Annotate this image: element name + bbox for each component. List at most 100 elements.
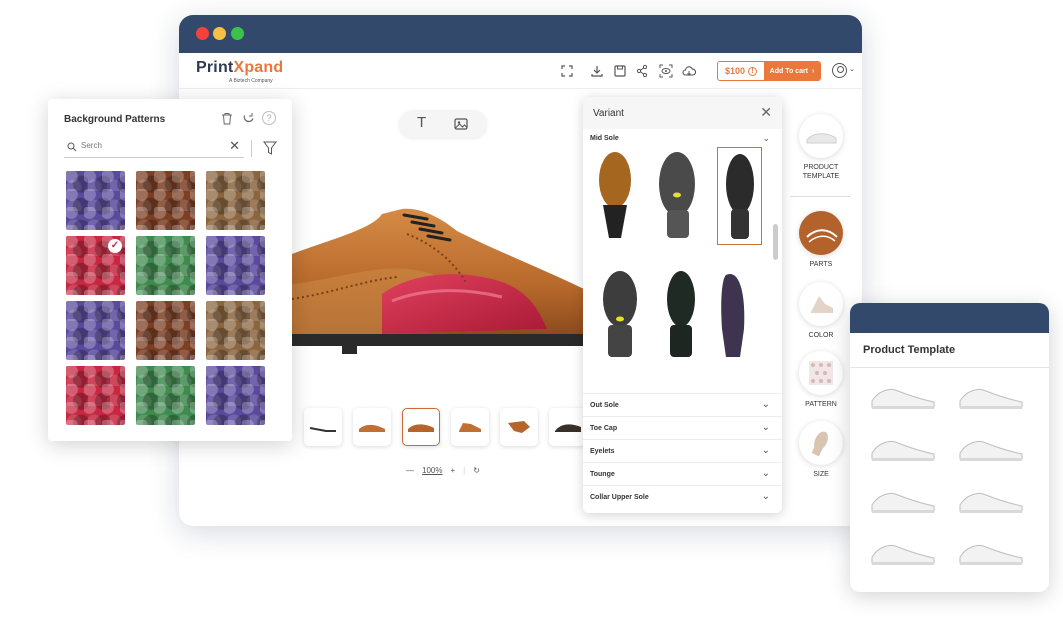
accordion-tounge[interactable]: Tounge ⌄ (583, 462, 782, 485)
panel-header-bar (850, 303, 1049, 333)
accordion-out-sole[interactable]: Out Sole ⌄ (583, 393, 782, 416)
product-template-panel: Product Template (850, 303, 1049, 592)
pattern-swatch-purple-croc[interactable] (66, 301, 125, 360)
size-button[interactable] (799, 421, 843, 465)
mid-sole-section[interactable]: Mid Sole ⌄ (583, 129, 782, 149)
panel-title: Background Patterns (64, 114, 166, 125)
maximize-window-button[interactable] (231, 27, 244, 40)
accordion-eyelets[interactable]: Eyelets ⌄ (583, 439, 782, 462)
pattern-swatch-brown-leather[interactable] (136, 301, 195, 360)
template-shoe-option[interactable] (868, 539, 938, 567)
pattern-swatch-purple-croc[interactable] (206, 236, 265, 295)
pattern-swatch-purple-croc[interactable] (66, 171, 125, 230)
cart-box: $100! Add To cart › (717, 61, 821, 81)
clear-search-icon[interactable]: ✕ (229, 138, 240, 154)
image-tool-icon[interactable] (454, 117, 468, 131)
scrollbar[interactable] (773, 224, 778, 260)
parts-button[interactable] (799, 211, 843, 255)
thumbnail-view[interactable] (304, 408, 342, 446)
pattern-swatch-purple-croc[interactable] (206, 366, 265, 425)
template-shoe-option[interactable] (956, 383, 1026, 411)
template-shoe-option[interactable] (956, 487, 1026, 515)
divider: | (463, 465, 466, 475)
accordion-label: Toe Cap (590, 425, 618, 432)
pattern-swatch-green-croc[interactable] (136, 236, 195, 295)
variant-panel: Variant ✕ Mid Sole ⌄ Out Sole ⌄ Toe Cap ⌄ Ey… (583, 97, 782, 513)
thumbnail-view[interactable] (451, 408, 489, 446)
chevron-up-icon[interactable]: ⌄ (762, 133, 770, 144)
filter-icon[interactable] (263, 141, 277, 155)
variant-grid (583, 147, 782, 393)
variant-option[interactable] (595, 150, 635, 240)
variant-option-selected[interactable] (717, 147, 762, 245)
refresh-icon[interactable] (242, 112, 255, 125)
zoom-out-button[interactable]: — (406, 466, 414, 475)
pattern-swatch-tan-croc[interactable] (206, 171, 265, 230)
pattern-swatch-tan-croc[interactable] (206, 301, 265, 360)
accordion-label: Tounge (590, 471, 615, 478)
chevron-down-icon[interactable]: ⌄ (762, 399, 770, 410)
zoom-level: 100% (422, 465, 443, 475)
save-icon[interactable] (613, 64, 627, 78)
template-shoe-option[interactable] (868, 487, 938, 515)
template-shoe-option[interactable] (956, 435, 1026, 463)
info-icon[interactable]: ! (748, 66, 758, 76)
side-menu-label: SIZE (813, 471, 829, 478)
search-box: ✕ (64, 138, 244, 158)
add-to-cart-button[interactable]: Add To cart › (764, 62, 820, 80)
fullscreen-icon[interactable] (560, 64, 574, 78)
pattern-button[interactable] (799, 351, 843, 395)
add-to-cart-label: Add To cart (769, 67, 809, 75)
chevron-right-icon: › (812, 67, 815, 75)
close-window-button[interactable] (196, 27, 209, 40)
variant-option[interactable] (600, 269, 640, 359)
zoom-in-button[interactable]: + (451, 466, 456, 475)
pattern-swatch-red-croc[interactable] (66, 366, 125, 425)
pattern-swatch-brown-leather[interactable] (136, 171, 195, 230)
shoe-preview[interactable] (292, 189, 592, 364)
chevron-down-icon[interactable]: ⌄ (849, 65, 855, 73)
variant-option[interactable] (661, 269, 701, 359)
section-label: Mid Sole (590, 135, 619, 142)
template-shoe-option[interactable] (868, 435, 938, 463)
divider (850, 367, 1049, 368)
template-shoe-option[interactable] (868, 383, 938, 411)
search-input[interactable] (81, 141, 221, 150)
thumbnail-view[interactable] (402, 408, 440, 446)
price-value: $100 (724, 66, 746, 76)
search-icon (67, 142, 77, 152)
download-icon[interactable] (590, 64, 604, 78)
product-template-button[interactable] (799, 114, 843, 158)
window-titlebar (179, 15, 862, 53)
chevron-down-icon[interactable]: ⌄ (762, 491, 770, 502)
accordion-toe-cap[interactable]: Toe Cap ⌄ (583, 416, 782, 439)
preview-icon[interactable] (659, 64, 673, 78)
trash-icon[interactable] (221, 112, 233, 125)
chevron-down-icon[interactable]: ⌄ (762, 468, 770, 479)
variant-option[interactable] (716, 269, 751, 359)
accordion-label: Eyelets (590, 448, 615, 455)
minimize-window-button[interactable] (213, 27, 226, 40)
thumbnail-view[interactable] (500, 408, 538, 446)
chevron-down-icon[interactable]: ⌄ (762, 445, 770, 456)
share-icon[interactable] (635, 64, 649, 78)
close-icon[interactable]: ✕ (760, 104, 772, 121)
variant-header: Variant ✕ (583, 97, 782, 129)
text-tool-icon[interactable]: T (417, 114, 426, 131)
user-avatar-icon[interactable] (832, 63, 847, 78)
variant-option[interactable] (655, 150, 700, 240)
template-shoe-option[interactable] (956, 539, 1026, 567)
thumbnail-view[interactable] (549, 408, 587, 446)
accordion-label: Out Sole (590, 402, 619, 409)
pattern-swatch-red-croc[interactable]: ✓ (66, 236, 125, 295)
accordion-collar-upper-sole[interactable]: Collar Upper Sole ⌄ (583, 485, 782, 508)
panel-title: Product Template (863, 344, 956, 356)
zoom-controls: — 100% + | ↻ (395, 459, 491, 481)
cloud-icon[interactable] (682, 64, 696, 78)
thumbnail-view[interactable] (353, 408, 391, 446)
pattern-swatch-green-croc[interactable] (136, 366, 195, 425)
help-icon[interactable]: ? (262, 111, 276, 125)
reset-icon[interactable]: ↻ (473, 466, 480, 475)
chevron-down-icon[interactable]: ⌄ (762, 422, 770, 433)
color-button[interactable] (799, 282, 843, 326)
